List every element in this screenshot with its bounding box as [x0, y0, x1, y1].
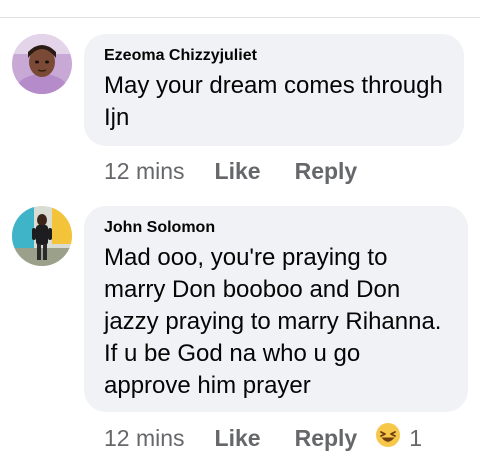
- comment-text: May your dream comes through Ijn: [104, 72, 443, 131]
- reply-button[interactable]: Reply: [295, 425, 358, 452]
- comment-author[interactable]: Ezeoma Chizzyjuliet: [104, 46, 446, 66]
- top-divider: [0, 17, 480, 18]
- comment-timestamp[interactable]: 12 mins: [104, 425, 185, 452]
- avatar[interactable]: [12, 34, 72, 94]
- comment-author[interactable]: John Solomon: [104, 218, 450, 238]
- like-button[interactable]: Like: [215, 158, 261, 185]
- comment-bubble: Ezeoma Chizzyjuliet May your dream comes…: [84, 34, 464, 146]
- comment-actions: 12 mins Like Reply: [104, 156, 357, 186]
- comment-bubble: John Solomon Mad ooo, you're praying to …: [84, 206, 468, 412]
- comment-timestamp[interactable]: 12 mins: [104, 158, 185, 185]
- reply-button[interactable]: Reply: [295, 158, 358, 185]
- comment-text: Mad ooo, you're praying to marry Don boo…: [104, 244, 442, 399]
- avatar[interactable]: [12, 206, 72, 266]
- comment-actions: 12 mins Like Reply 1: [104, 423, 422, 453]
- reaction-count: 1: [409, 424, 423, 451]
- like-button[interactable]: Like: [215, 425, 261, 452]
- reaction-summary[interactable]: 1: [375, 422, 422, 454]
- laughing-emoji-icon: [375, 422, 401, 454]
